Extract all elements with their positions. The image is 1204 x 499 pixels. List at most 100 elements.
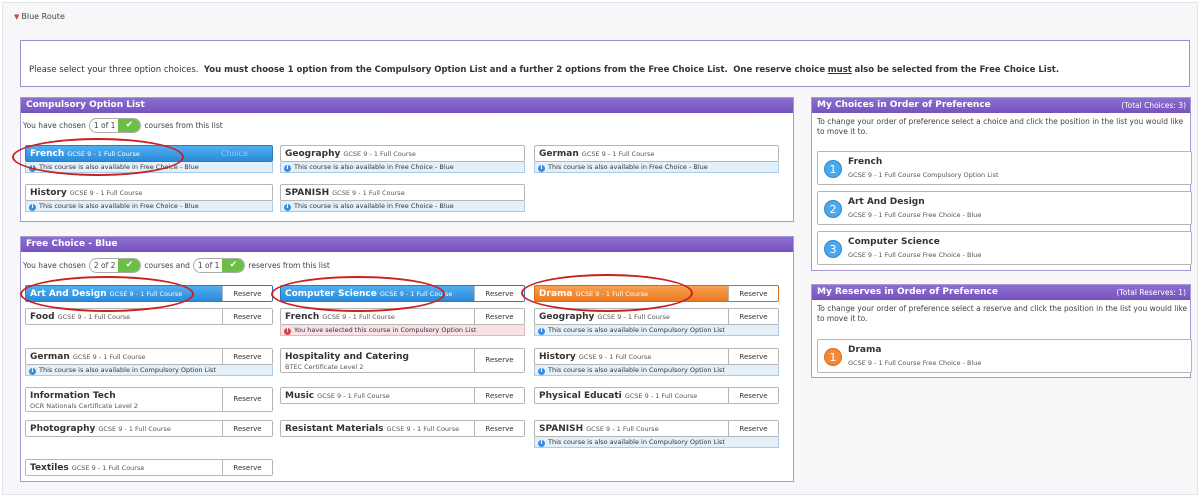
reserve-button[interactable]: Reserve xyxy=(222,388,272,411)
reserve-button[interactable]: Reserve xyxy=(222,460,272,475)
free-course-photography[interactable]: Photography GCSE 9 - 1 Full Course Reserve xyxy=(25,420,273,437)
free-course-geography[interactable]: Geography GCSE 9 - 1 Full Course Reserve i… xyxy=(534,308,779,336)
course-card[interactable]: Art And Design GCSE 9 - 1 Full Course Rese… xyxy=(25,285,273,302)
compulsory-course-geography[interactable]: Geography GCSE 9 - 1 Full Course i This co… xyxy=(280,145,525,173)
free-chosen: You have chosen 2 of 2 ✔ courses and 1 of… xyxy=(23,258,330,273)
course-sub: GCSE 9 - 1 Full Course xyxy=(332,189,405,197)
reserve-button[interactable]: Reserve xyxy=(222,309,272,324)
instructions-text: Please select your three option choices. xyxy=(29,65,199,75)
free-course-spanish[interactable]: SPANISH GCSE 9 - 1 Full Course Reserve i Th… xyxy=(534,420,779,448)
course-card[interactable]: Photography GCSE 9 - 1 Full Course Reserve xyxy=(25,420,273,437)
free-course-hospitality[interactable]: Hospitality and Catering BTEC Certificate… xyxy=(280,348,525,373)
info-icon: i xyxy=(284,204,291,211)
reserve-item[interactable]: 1 Drama GCSE 9 - 1 Full Course Free Choi… xyxy=(817,339,1192,373)
reserve-button[interactable]: Reserve xyxy=(474,309,524,324)
course-card[interactable]: Music GCSE 9 - 1 Full Course Reserve xyxy=(280,387,525,404)
course-note: i This course is also available in Free C… xyxy=(280,201,525,212)
course-name: German xyxy=(539,149,579,159)
course-card[interactable]: Geography GCSE 9 - 1 Full Course xyxy=(280,145,525,162)
course-card[interactable]: French GCSE 9 - 1 Full Course Reserve xyxy=(280,308,525,325)
free-course-resistant-materials[interactable]: Resistant Materials GCSE 9 - 1 Full Cours… xyxy=(280,420,525,437)
course-card[interactable]: Physical Educati GCSE 9 - 1 Full Course Re… xyxy=(534,387,779,404)
course-note: ! You have selected this course in Compul… xyxy=(280,325,525,336)
compulsory-course-history[interactable]: History GCSE 9 - 1 Full Course i This cour… xyxy=(25,184,273,212)
course-sub: GCSE 9 - 1 Full Course xyxy=(98,425,171,433)
course-card[interactable]: Computer Science GCSE 9 - 1 Full Course Re… xyxy=(280,285,525,302)
free-course-german[interactable]: German GCSE 9 - 1 Full Course Reserve i Thi… xyxy=(25,348,273,376)
reserve-button[interactable]: Reserve xyxy=(728,388,778,403)
course-card[interactable]: Hospitality and Catering BTEC Certificate… xyxy=(280,348,525,373)
course-name: SPANISH xyxy=(539,424,584,434)
course-card[interactable]: Information Tech OCR Nationals Certificat… xyxy=(25,387,273,412)
reserve-button[interactable]: Reserve xyxy=(474,349,524,372)
free-choice-panel: Free Choice - Blue You have chosen 2 of … xyxy=(20,236,794,482)
free-course-music[interactable]: Music GCSE 9 - 1 Full Course Reserve xyxy=(280,387,525,404)
course-card[interactable]: French GCSE 9 - 1 Full Course Choice xyxy=(25,145,273,162)
reserve-button[interactable]: Reserve xyxy=(728,309,778,324)
free-course-french[interactable]: French GCSE 9 - 1 Full Course Reserve ! You… xyxy=(280,308,525,336)
course-name: History xyxy=(30,188,67,198)
course-sub: GCSE 9 - 1 Full Course xyxy=(72,353,146,361)
course-name: Food xyxy=(30,312,55,322)
choice-name: Computer Science xyxy=(848,237,940,247)
reserves-panel: My Reserves in Order of Preference (Total… xyxy=(811,284,1192,378)
reserve-button[interactable]: Reserve xyxy=(474,286,524,301)
check-icon: ✔ xyxy=(118,259,141,272)
course-card[interactable]: Textiles GCSE 9 - 1 Full Course Reserve xyxy=(25,459,273,476)
choice-item[interactable]: 1 French GCSE 9 - 1 Full Course Compulso… xyxy=(817,151,1192,185)
reserve-button[interactable]: Reserve xyxy=(222,421,272,436)
rank-badge: 1 xyxy=(824,348,842,366)
course-card[interactable]: History GCSE 9 - 1 Full Course xyxy=(25,184,273,201)
reserve-button[interactable]: Reserve xyxy=(728,421,778,436)
course-note: i This course is also available in Free C… xyxy=(25,162,273,173)
free-course-art-and-design[interactable]: Art And Design GCSE 9 - 1 Full Course Rese… xyxy=(25,285,273,302)
compulsory-course-french[interactable]: French GCSE 9 - 1 Full Course Choice i This… xyxy=(25,145,273,173)
choices-panel: My Choices in Order of Preference (Total … xyxy=(811,97,1192,271)
free-course-computer-science[interactable]: Computer Science GCSE 9 - 1 Full Course Re… xyxy=(280,285,525,302)
free-course-drama[interactable]: Drama GCSE 9 - 1 Full Course Reserve xyxy=(534,285,779,302)
chosen-prefix: You have chosen xyxy=(23,121,86,130)
course-card[interactable]: SPANISH GCSE 9 - 1 Full Course Reserve xyxy=(534,420,779,437)
course-note: i This course is also available in Free C… xyxy=(280,162,525,173)
free-choice-title: Free Choice - Blue xyxy=(26,239,118,249)
free-course-information-tech[interactable]: Information Tech OCR Nationals Certificat… xyxy=(25,387,273,412)
reserves-total: (Total Reserves: 1) xyxy=(1116,288,1187,297)
route-toggle[interactable]: ▼ Blue Route xyxy=(14,12,65,21)
course-name: Music xyxy=(285,391,315,401)
compulsory-course-german[interactable]: German GCSE 9 - 1 Full Course i This cours… xyxy=(534,145,779,173)
info-icon: i xyxy=(538,368,545,375)
info-icon: i xyxy=(538,328,545,335)
reserve-button[interactable]: Reserve xyxy=(222,349,272,364)
choice-item[interactable]: 2 Art And Design GCSE 9 - 1 Full Course … xyxy=(817,191,1192,225)
course-card[interactable]: SPANISH GCSE 9 - 1 Full Course xyxy=(280,184,525,201)
free-course-textiles[interactable]: Textiles GCSE 9 - 1 Full Course Reserve xyxy=(25,459,273,476)
reserve-button[interactable]: Reserve xyxy=(474,388,524,403)
course-card[interactable]: Resistant Materials GCSE 9 - 1 Full Cours… xyxy=(280,420,525,437)
free-course-food[interactable]: Food GCSE 9 - 1 Full Course Reserve xyxy=(25,308,273,325)
course-card[interactable]: German GCSE 9 - 1 Full Course xyxy=(534,145,779,162)
free-course-physical-education[interactable]: Physical Educati GCSE 9 - 1 Full Course Re… xyxy=(534,387,779,404)
reserve-button[interactable]: Reserve xyxy=(728,286,778,301)
rank-badge: 2 xyxy=(824,200,842,218)
reserve-button[interactable]: Reserve xyxy=(474,421,524,436)
choice-item[interactable]: 3 Computer Science GCSE 9 - 1 Full Cours… xyxy=(817,231,1192,265)
course-sub: GCSE 9 - 1 Full Course xyxy=(597,313,670,321)
reserve-button[interactable]: Reserve xyxy=(728,349,778,364)
course-name: Physical Educati xyxy=(539,391,622,401)
course-card[interactable]: German GCSE 9 - 1 Full Course Reserve xyxy=(25,348,273,365)
course-card[interactable]: Food GCSE 9 - 1 Full Course Reserve xyxy=(25,308,273,325)
course-name: SPANISH xyxy=(285,188,330,198)
reserves-title: My Reserves in Order of Preference xyxy=(817,287,998,297)
instructions-box: Please select your three option choices.… xyxy=(20,40,1190,87)
course-sub: GCSE 9 - 1 Full Course xyxy=(575,290,649,298)
note-text: This course is also available in Compuls… xyxy=(548,326,725,334)
free-course-history[interactable]: History GCSE 9 - 1 Full Course Reserve i Th… xyxy=(534,348,779,376)
compulsory-course-spanish[interactable]: SPANISH GCSE 9 - 1 Full Course i This cour… xyxy=(280,184,525,212)
reserve-button[interactable]: Reserve xyxy=(222,286,272,301)
course-card[interactable]: Drama GCSE 9 - 1 Full Course Reserve xyxy=(534,285,779,302)
note-text: This course is also available in Free Ch… xyxy=(39,163,199,171)
instructions-bold: You must choose 1 option from the Compul… xyxy=(203,65,728,75)
course-card[interactable]: History GCSE 9 - 1 Full Course Reserve xyxy=(534,348,779,365)
compulsory-title: Compulsory Option List xyxy=(26,100,145,110)
course-card[interactable]: Geography GCSE 9 - 1 Full Course Reserve xyxy=(534,308,779,325)
